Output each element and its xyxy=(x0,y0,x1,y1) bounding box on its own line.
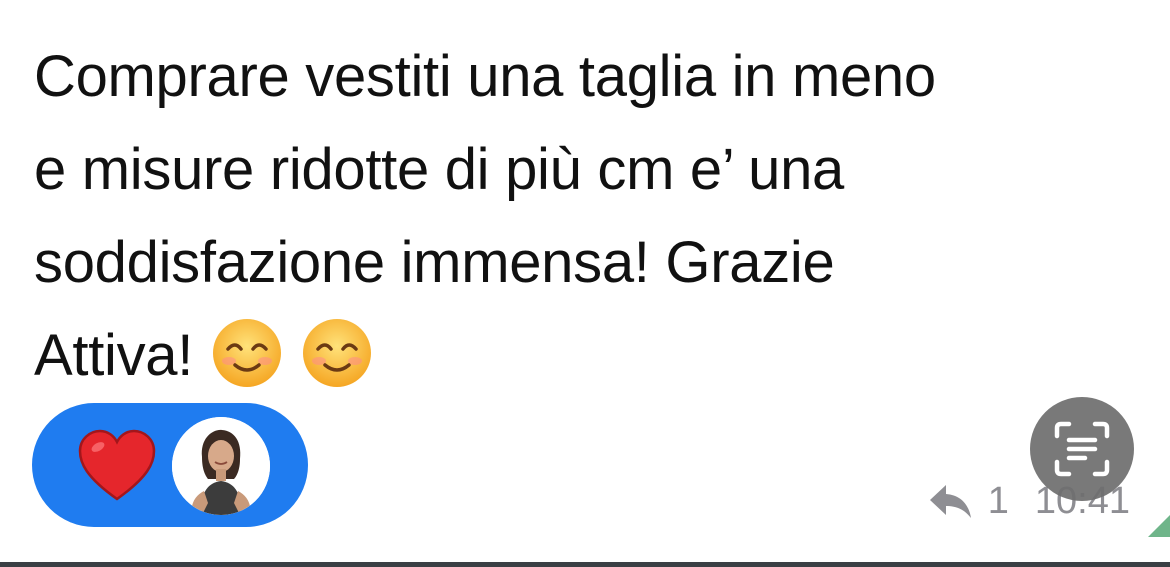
message-line-2: e misure ridotte di più cm e’ una xyxy=(34,137,845,202)
avatar-image xyxy=(172,417,270,515)
message-bubble[interactable]: Comprare vestiti una taglia in meno e mi… xyxy=(0,0,1170,562)
red-heart-icon xyxy=(78,429,156,501)
bubble-tail xyxy=(1148,515,1170,537)
message-line-4: Attiva! xyxy=(34,309,1144,402)
live-text-button[interactable] xyxy=(1030,397,1134,501)
smiling-face-emoji-icon xyxy=(213,319,282,387)
reaction-pill[interactable] xyxy=(32,403,308,527)
message-line-1: Comprare vestiti una taglia in meno xyxy=(34,44,936,109)
message-text: Comprare vestiti una taglia in meno e mi… xyxy=(34,30,1144,402)
message-line-3: soddisfazione immensa! Grazie xyxy=(34,230,835,295)
message-line-4-text: Attiva! xyxy=(34,323,194,388)
smiling-face-emoji-icon xyxy=(303,319,372,387)
divider xyxy=(0,562,1170,567)
reply-count[interactable]: 1 xyxy=(988,480,1009,523)
text-scan-icon xyxy=(1054,421,1110,477)
avatar[interactable] xyxy=(172,417,270,515)
reply-arrow-icon[interactable] xyxy=(926,481,974,521)
